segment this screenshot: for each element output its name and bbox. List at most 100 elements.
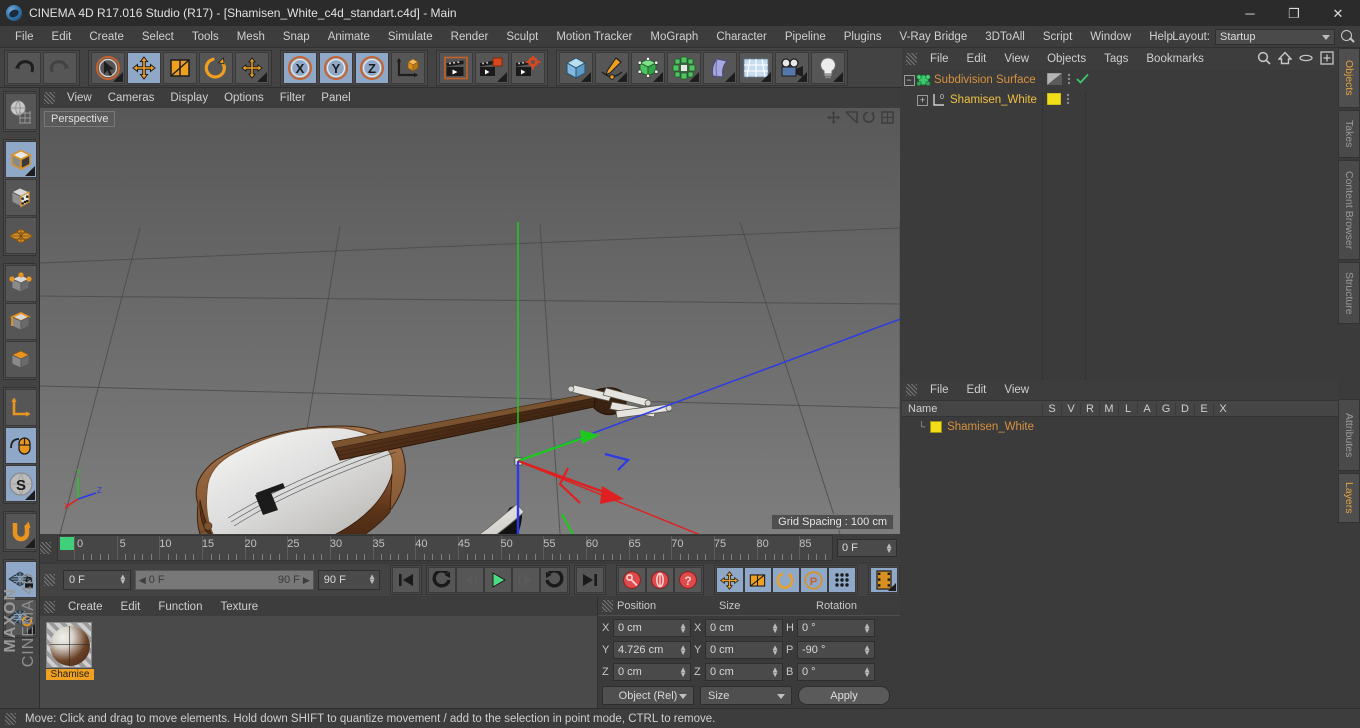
material-menu-function[interactable]: Function [149,598,211,616]
lock-x-axis[interactable]: X [283,51,317,84]
texture-mode[interactable] [5,179,37,216]
menu-render[interactable]: Render [442,28,498,46]
material-menu-create[interactable]: Create [59,598,112,616]
rotation-b-field[interactable]: 0 ° ▲ ▼ [797,663,875,681]
menu-character[interactable]: Character [707,28,776,46]
maximize-button[interactable]: ❐ [1272,0,1316,26]
menu-motion-tracker[interactable]: Motion Tracker [547,28,641,46]
undo-button[interactable] [7,51,41,84]
home-icon[interactable] [1277,51,1293,65]
timeline-playhead[interactable] [60,537,74,550]
size-z-field[interactable]: 0 cm ▲ ▼ [705,663,783,681]
perspective-viewport[interactable]: Perspective Grid Spacing : 100 cm Y Z X [40,108,900,534]
menu-snap[interactable]: Snap [274,28,319,46]
add-scene-object[interactable] [739,51,773,84]
size-x-field[interactable]: 0 cm ▲ ▼ [705,619,783,637]
add-array-object[interactable] [667,51,701,84]
tree-expander[interactable]: + [902,94,930,106]
om-menu-tags[interactable]: Tags [1095,50,1137,68]
tree-expander[interactable]: − [902,74,916,86]
timeline-grip-icon[interactable] [40,542,51,554]
animbar-grip-icon[interactable] [44,574,55,586]
spinner-icon[interactable]: ▲ ▼ [885,542,893,555]
record-parameter-toggle[interactable]: P [799,567,828,593]
make-editable-button[interactable] [5,93,37,130]
menu-animate[interactable]: Animate [319,28,379,46]
select-tool[interactable] [91,51,125,84]
menu-mograph[interactable]: MoGraph [641,28,707,46]
object-name-label[interactable]: Subdivision Surface [934,74,1036,86]
spinner-icon[interactable]: ▲ ▼ [863,644,871,657]
tab-takes[interactable]: Takes [1338,110,1360,158]
range-right-arrow-icon[interactable]: ▶ [303,575,310,586]
lock-y-axis[interactable]: Y [319,51,353,84]
spinner-icon[interactable]: ▲ ▼ [679,622,687,635]
render-to-picture-viewer-button[interactable] [475,51,509,84]
record-active-objects-button[interactable] [617,567,646,593]
search-icon[interactable] [1340,29,1356,45]
layers-col-m[interactable]: M [1099,402,1118,415]
scale-view-icon[interactable] [845,111,858,124]
viewport-menu-filter[interactable]: Filter [272,90,314,106]
menu-mesh[interactable]: Mesh [228,28,274,46]
spinner-icon[interactable]: ▲ ▼ [679,644,687,657]
check-tag-icon[interactable] [1076,73,1089,88]
tab-content-browser[interactable]: Content Browser [1338,160,1360,260]
go-to-next-key-button[interactable] [539,567,568,593]
object-manager-grip-icon[interactable] [906,53,917,65]
step-back-button[interactable] [455,567,484,593]
spinner-icon[interactable]: ▲ ▼ [771,644,779,657]
material-grip-icon[interactable] [44,600,55,613]
spinner-icon[interactable]: ▲ ▼ [863,666,871,679]
menu-pipeline[interactable]: Pipeline [776,28,835,46]
record-scale-toggle[interactable] [743,567,772,593]
menu-file[interactable]: File [6,28,43,46]
redo-button[interactable] [43,51,77,84]
preview-range-slider[interactable]: ◀ 0 F 90 F ▶ [134,570,314,590]
layers-col-s[interactable]: S [1042,402,1061,415]
timeline-ruler[interactable]: 051015202530354045505560657075808590 [57,535,833,561]
step-forward-button[interactable] [511,567,540,593]
go-to-previous-key-button[interactable] [427,567,456,593]
playback-mode-button[interactable] [869,567,898,593]
layers-col-r[interactable]: R [1080,402,1099,415]
coordinate-system-dropdown[interactable]: Object (Rel) [602,686,694,705]
render-settings-button[interactable] [511,51,545,84]
add-spline-object[interactable] [595,51,629,84]
maximize-view-icon[interactable] [881,111,894,124]
layers-col-d[interactable]: D [1175,402,1194,415]
spinner-icon[interactable]: ▲ ▼ [771,622,779,635]
play-button[interactable] [483,567,512,593]
layers-col-a[interactable]: A [1137,402,1156,415]
layers-col-l[interactable]: L [1118,402,1137,415]
menu-3dtoall[interactable]: 3DToAll [976,28,1034,46]
om-menu-objects[interactable]: Objects [1038,50,1095,68]
layers-col-v[interactable]: V [1061,402,1080,415]
add-camera-object[interactable] [775,51,809,84]
layers-col-g[interactable]: G [1156,402,1175,415]
layers-menu-file[interactable]: File [921,381,958,399]
spinner-icon[interactable]: ▲ ▼ [863,622,871,635]
uv-mode[interactable] [5,217,37,254]
panel-grip-icon[interactable] [44,92,55,104]
add-generator-object[interactable] [631,51,665,84]
viewport-menu-options[interactable]: Options [216,90,272,106]
new-layer-icon[interactable] [1320,51,1334,65]
tab-layers[interactable]: Layers [1338,473,1360,523]
render-view-button[interactable] [439,51,473,84]
om-menu-view[interactable]: View [995,50,1038,68]
viewport-menu-panel[interactable]: Panel [313,90,358,106]
layers-col-e[interactable]: E [1194,402,1213,415]
layer-name-label[interactable]: Shamisen_White [947,421,1034,433]
viewport-menu-display[interactable]: Display [162,90,216,106]
edges-mode[interactable] [5,303,37,340]
object-tree[interactable]: − Subdivision Surface + 0 Shamisen_White [902,70,1338,395]
material-preview-swatch[interactable] [46,622,92,668]
position-x-field[interactable]: 0 cm ▲ ▼ [613,619,691,637]
layout-dropdown[interactable]: Startup [1215,28,1335,45]
layer-color-swatch[interactable] [930,421,943,433]
layers-col-x[interactable]: X [1213,402,1232,415]
add-deformer-object[interactable] [703,51,737,84]
menu-vray-bridge[interactable]: V-Ray Bridge [890,28,976,46]
material-menu-edit[interactable]: Edit [112,598,150,616]
